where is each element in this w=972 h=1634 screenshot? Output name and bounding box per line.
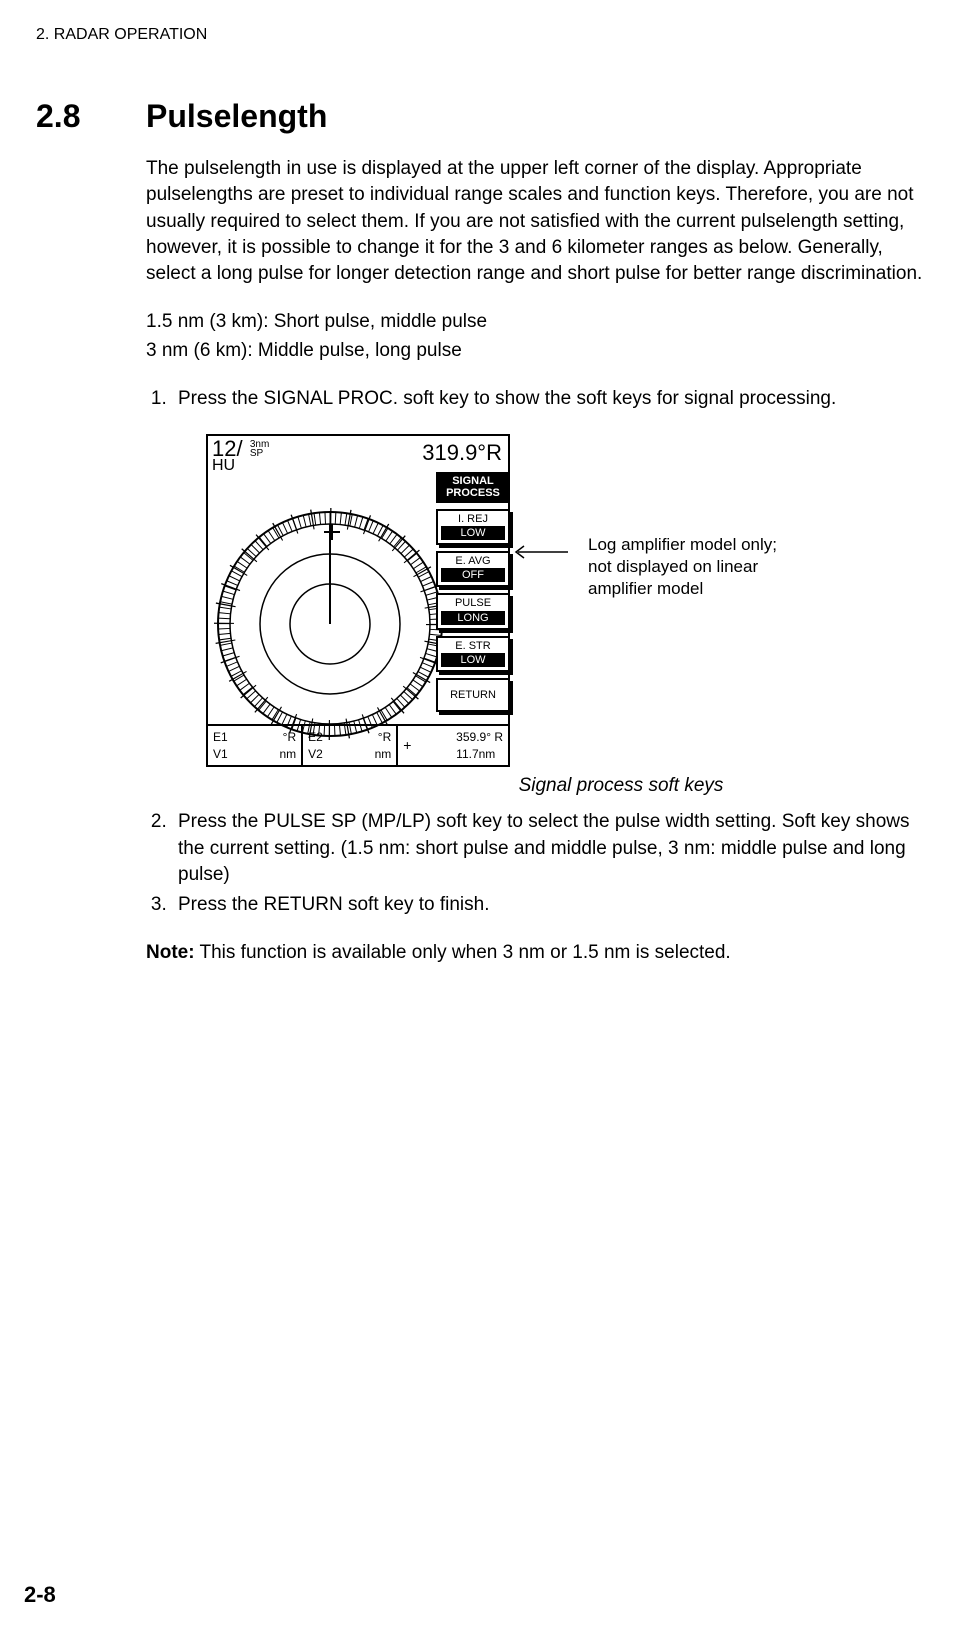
softkey-estr[interactable]: E. STR LOW (436, 636, 510, 672)
procedure-list-cont: Press the PULSE SP (MP/LP) soft key to s… (146, 809, 936, 918)
step-3: Press the RETURN soft key to finish. (172, 892, 936, 918)
range-super: 3nmSP (250, 440, 269, 458)
pulse-line-2: 3 nm (6 km): Middle pulse, long pulse (146, 338, 936, 364)
softkey-return[interactable]: RETURN (436, 678, 510, 712)
softkey-eavg[interactable]: E. AVG OFF (436, 551, 510, 587)
radar-display: 12/ 3nmSP HU 319.9°R (206, 434, 510, 767)
step-1: Press the SIGNAL PROC. soft key to show … (172, 386, 936, 412)
section-title: Pulselength (146, 94, 327, 138)
step-2: Press the PULSE SP (MP/LP) soft key to s… (172, 809, 936, 888)
note-label: Note: (146, 942, 195, 963)
softkey-irej[interactable]: I. REJ LOW (436, 509, 510, 545)
heading-readout: 319.9°R (422, 438, 502, 474)
callout-arrow (510, 542, 570, 562)
procedure-list: Press the SIGNAL PROC. soft key to show … (146, 386, 936, 412)
radar-top-row: 12/ 3nmSP HU 319.9°R (208, 436, 508, 474)
softkey-header: SIGNALPROCESS (436, 472, 510, 503)
pulse-line-1: 1.5 nm (3 km): Short pulse, middle pulse (146, 309, 936, 335)
intro-paragraph: The pulselength in use is displayed at t… (146, 156, 936, 287)
callout-text: Log amplifier model only; not displayed … (588, 534, 828, 600)
figure: 12/ 3nmSP HU 319.9°R (206, 434, 936, 799)
page-number: 2-8 (24, 1580, 56, 1610)
radar-dial (210, 504, 450, 744)
softkey-pulse[interactable]: PULSE LONG (436, 593, 510, 629)
note-text: This function is available only when 3 n… (195, 942, 731, 963)
softkey-panel: SIGNALPROCESS I. REJ LOW E. AVG OFF PULS… (436, 472, 510, 712)
section-number: 2.8 (36, 94, 146, 138)
figure-caption: Signal process soft keys (306, 773, 936, 799)
section-heading: 2.8 Pulselength (36, 94, 936, 138)
note: Note: This function is available only wh… (146, 940, 936, 966)
running-head: 2. RADAR OPERATION (36, 24, 936, 46)
